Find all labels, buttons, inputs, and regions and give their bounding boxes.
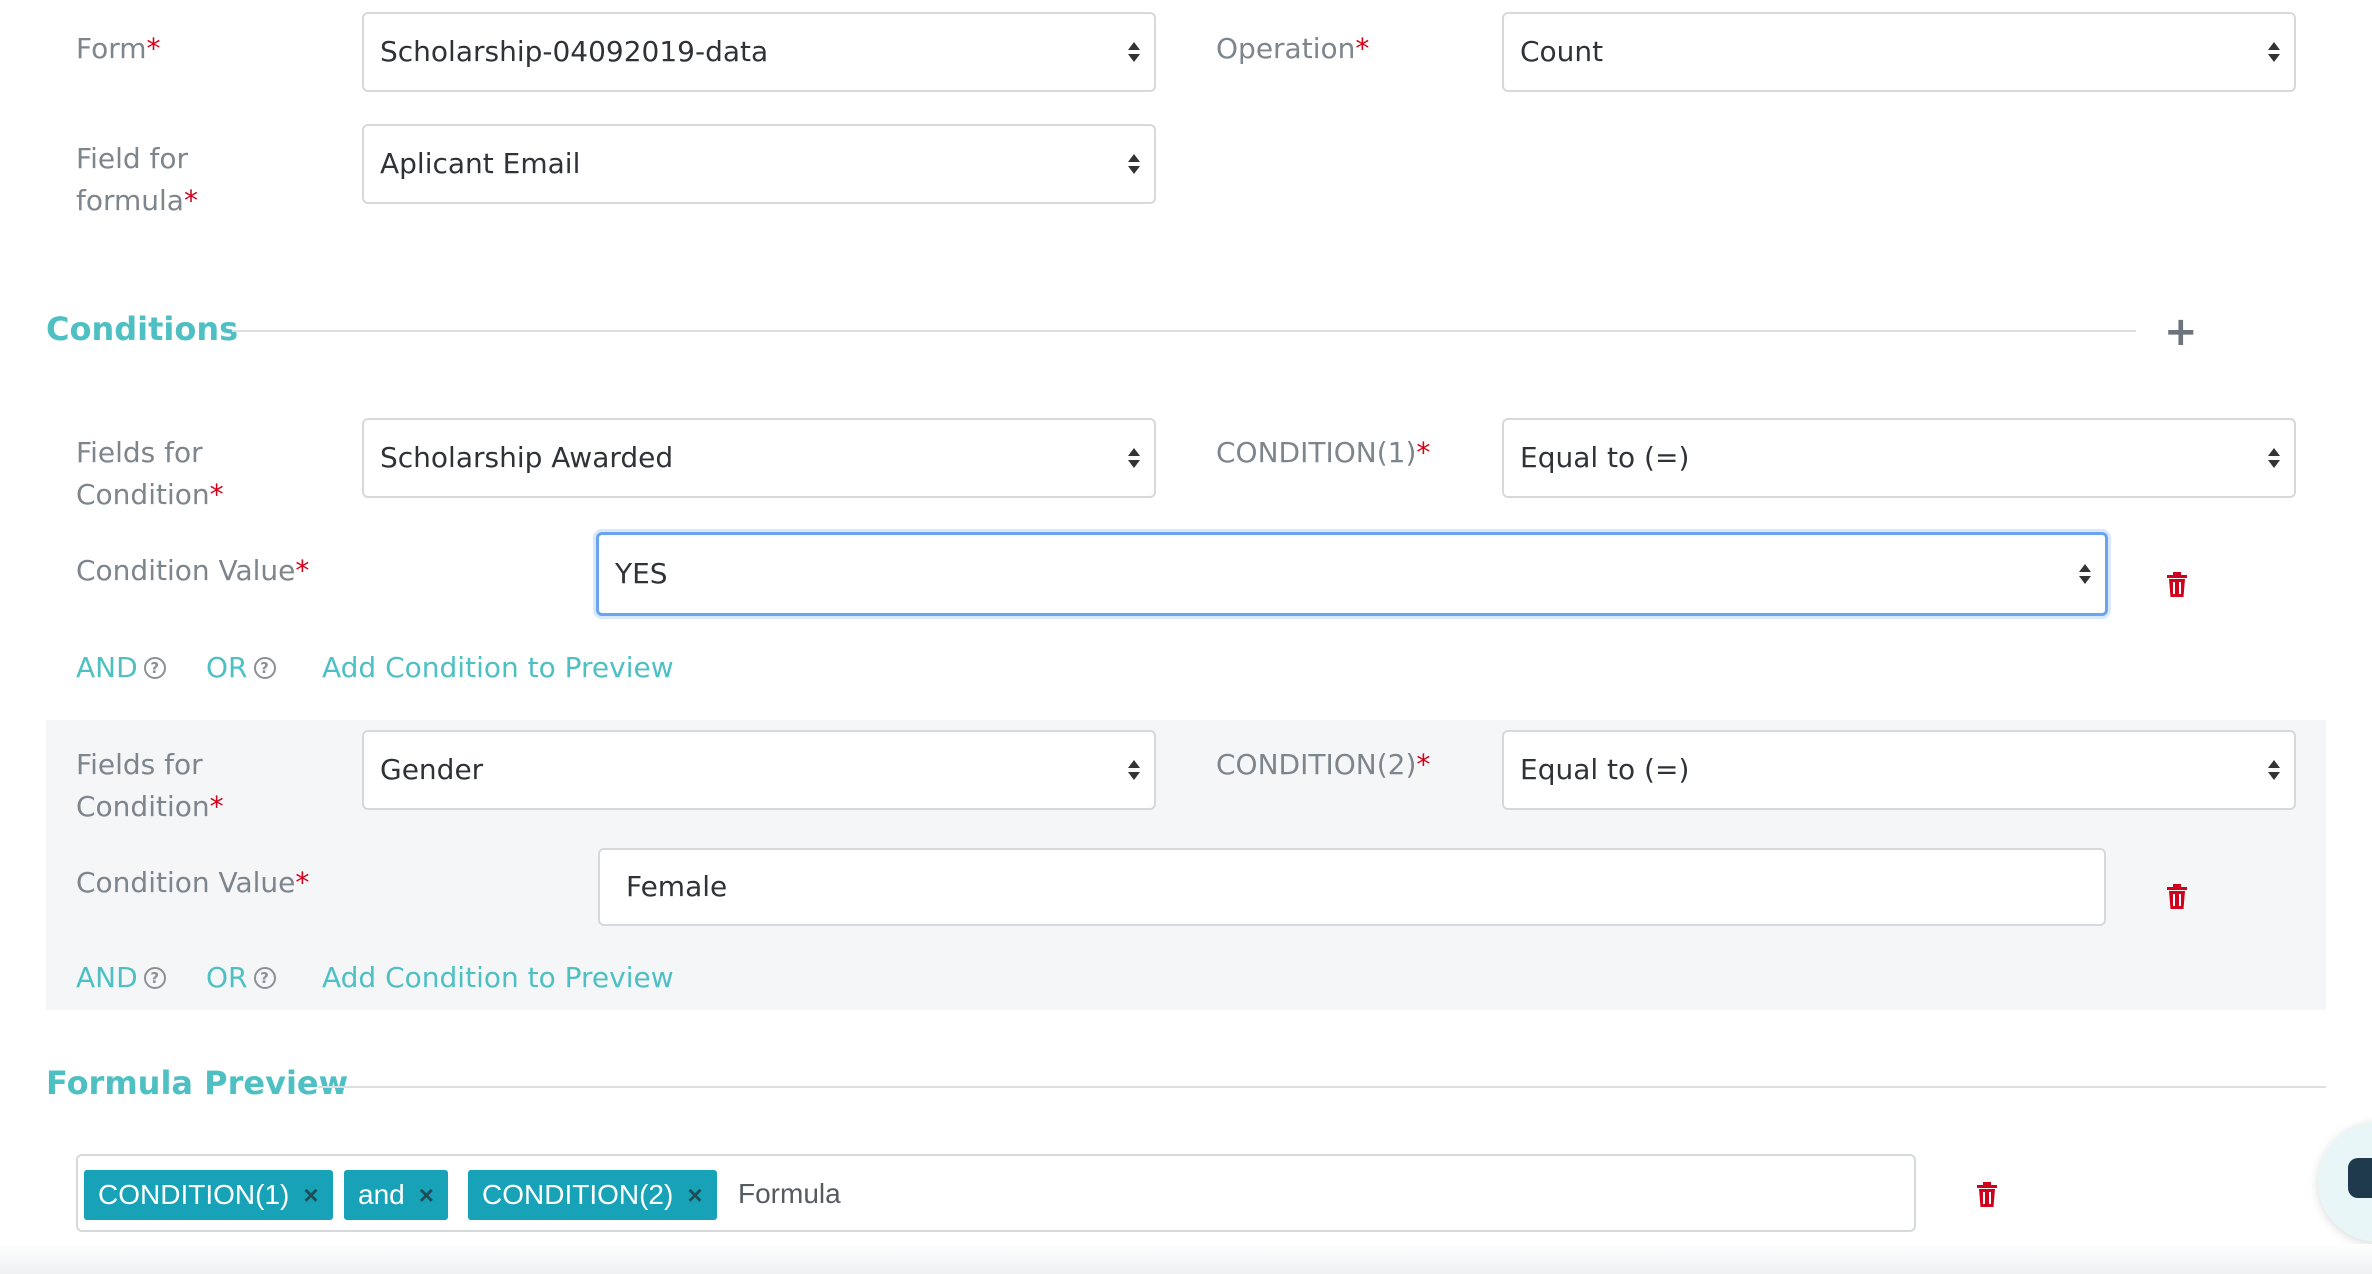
help-icon: ? [143,657,166,679]
select-arrows-icon [1128,448,1140,468]
bottom-edge-shadow [0,1244,2372,1274]
remove-tag-icon[interactable]: × [687,1180,702,1211]
select-arrows-icon [1128,154,1140,174]
and-link[interactable]: AND ? [76,958,166,998]
formula-preview-divider [318,1086,2326,1088]
condition-1-label: CONDITION(1)* [1216,436,1431,469]
formula-tag-and: and × [344,1170,448,1220]
field-for-formula-select[interactable]: Aplicant Email [362,124,1156,204]
add-condition-to-preview-link[interactable]: Add Condition to Preview [322,648,674,688]
trash-icon[interactable] [1976,1182,1998,1208]
formula-tag-condition-2: CONDITION(2) × [468,1170,717,1220]
remove-tag-icon[interactable]: × [419,1180,434,1211]
formula-tag-condition-1: CONDITION(1) × [84,1170,333,1220]
condition-2-value-input[interactable]: Female [598,848,2106,926]
formula-placeholder[interactable]: Formula [738,1178,841,1210]
conditions-title: Conditions [46,310,239,348]
conditions-divider [232,330,2136,332]
condition-2-label: CONDITION(2)* [1216,748,1431,781]
add-condition-to-preview-link[interactable]: Add Condition to Preview [322,958,674,998]
help-icon: ? [253,657,276,679]
fields-for-condition-label: Fields for Condition* [76,748,224,823]
operation-select[interactable]: Count [1502,12,2296,92]
condition-2-field-select[interactable]: Gender [362,730,1156,810]
and-link[interactable]: AND ? [76,648,166,688]
form-select[interactable]: Scholarship-04092019-data [362,12,1156,92]
chat-bubble-icon [2348,1158,2372,1198]
select-arrows-icon [2268,42,2280,62]
or-link[interactable]: OR ? [206,958,276,998]
operation-label: Operation* [1216,32,1370,65]
field-for-formula-label: Field for formula* [76,142,198,217]
condition-2-operator-select[interactable]: Equal to (=) [1502,730,2296,810]
chat-widget-button[interactable] [2318,1122,2372,1242]
condition-1-operator-select[interactable]: Equal to (=) [1502,418,2296,498]
select-arrows-icon [2268,760,2280,780]
help-icon: ? [253,967,276,989]
trash-icon[interactable] [2166,572,2188,598]
trash-icon[interactable] [2166,884,2188,910]
select-arrows-icon [2268,448,2280,468]
fields-for-condition-label: Fields for Condition* [76,436,224,511]
condition-1-value-select[interactable]: YES [596,532,2108,616]
select-arrows-icon [1128,42,1140,62]
or-link[interactable]: OR ? [206,648,276,688]
condition-value-label: Condition Value* [76,554,310,587]
remove-tag-icon[interactable]: × [303,1180,318,1211]
select-arrows-icon [1128,760,1140,780]
plus-icon[interactable]: + [2164,312,2198,352]
condition-value-label: Condition Value* [76,866,310,899]
condition-1-field-select[interactable]: Scholarship Awarded [362,418,1156,498]
form-label: Form* [76,32,161,65]
formula-preview-title: Formula Preview [46,1064,349,1102]
help-icon: ? [143,967,166,989]
select-arrows-icon [2079,564,2091,584]
